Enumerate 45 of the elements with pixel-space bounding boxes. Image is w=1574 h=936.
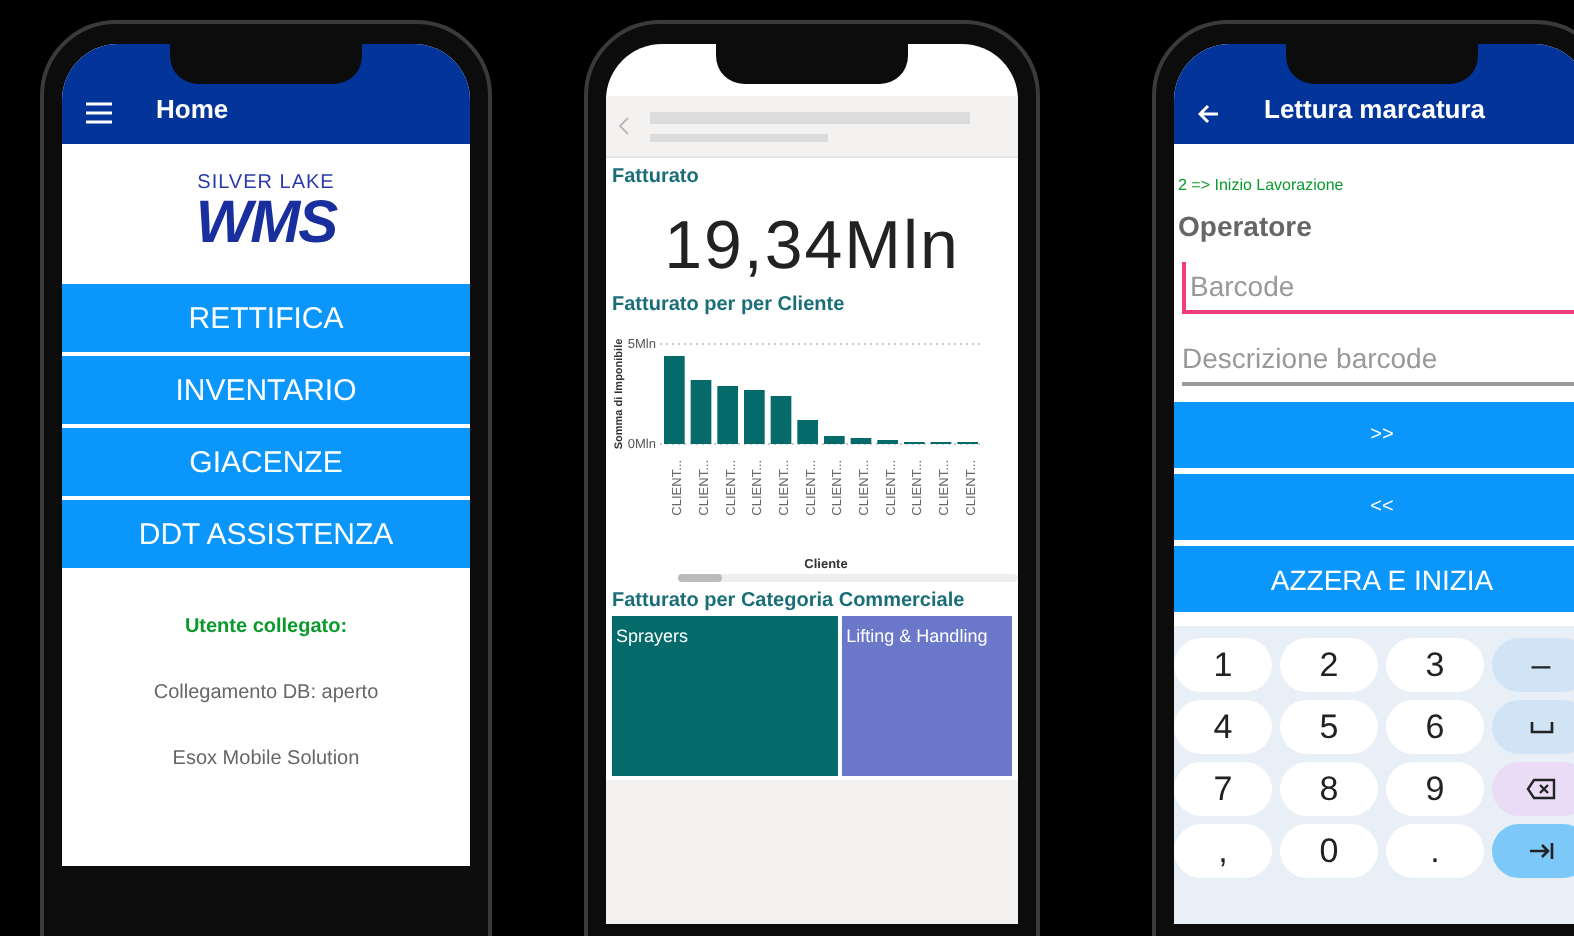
keypad-key[interactable]: 0 (1280, 824, 1378, 878)
chart-bar (850, 438, 872, 444)
chart-title: Fatturato per Categoria Commerciale (610, 590, 967, 612)
space-icon (1529, 721, 1553, 733)
chart-title: Fatturato per per Cliente (610, 294, 847, 316)
keypad-key[interactable]: . (1386, 824, 1484, 878)
info-text: Esox Mobile Solution (170, 748, 362, 770)
kpi-value: 19,34Mln (662, 208, 962, 286)
keypad-key[interactable]: 4 (1174, 700, 1272, 754)
keypad-key[interactable]: 9 (1386, 762, 1484, 816)
backspace-icon (1526, 778, 1556, 800)
menu-icon[interactable] (86, 102, 112, 124)
screen-title: Home (156, 94, 229, 124)
keypad-key[interactable]: , (1174, 824, 1272, 878)
treemap-tile: Lifting & Handling (842, 616, 1012, 776)
status-title: Utente collegato: (182, 616, 350, 638)
chart-bar (770, 396, 792, 444)
chart-bar (744, 390, 765, 444)
keypad-key[interactable]: 6 (1386, 700, 1484, 754)
screen-title: Lettura marcatura (1264, 94, 1486, 124)
keypad-key[interactable] (1492, 762, 1574, 816)
keypad-key[interactable]: 5 (1280, 700, 1378, 754)
chart-bar (717, 386, 738, 444)
section-title: Operatore (1178, 210, 1314, 242)
keypad-key[interactable]: 2 (1280, 638, 1378, 692)
chart-bar (824, 436, 845, 444)
info-text: Collegamento DB: aperto (151, 682, 381, 704)
treemap-tile: Sprayers (612, 616, 839, 776)
tab-icon (1528, 842, 1554, 860)
keypad-key[interactable]: 7 (1174, 762, 1272, 816)
input-field[interactable]: Barcode (1182, 262, 1574, 314)
logo-text: SILVER LAKE (197, 174, 335, 194)
back-arrow-icon[interactable] (1198, 104, 1220, 124)
keypad-key[interactable]: – (1492, 638, 1574, 692)
keypad-key[interactable] (1492, 824, 1574, 878)
chart-bar (690, 380, 712, 444)
chart-bar (664, 356, 685, 444)
chart-bar (797, 420, 818, 444)
keypad-key[interactable]: 8 (1280, 762, 1378, 816)
card-title: Fatturato (610, 166, 701, 188)
logo-text: WMS (195, 194, 337, 254)
keypad-key[interactable]: 3 (1386, 638, 1484, 692)
input-field[interactable]: Descrizione barcode (1182, 334, 1574, 386)
step-text: 2 => Inizio Lavorazione (1178, 176, 1346, 194)
keypad-key[interactable]: 1 (1174, 638, 1272, 692)
